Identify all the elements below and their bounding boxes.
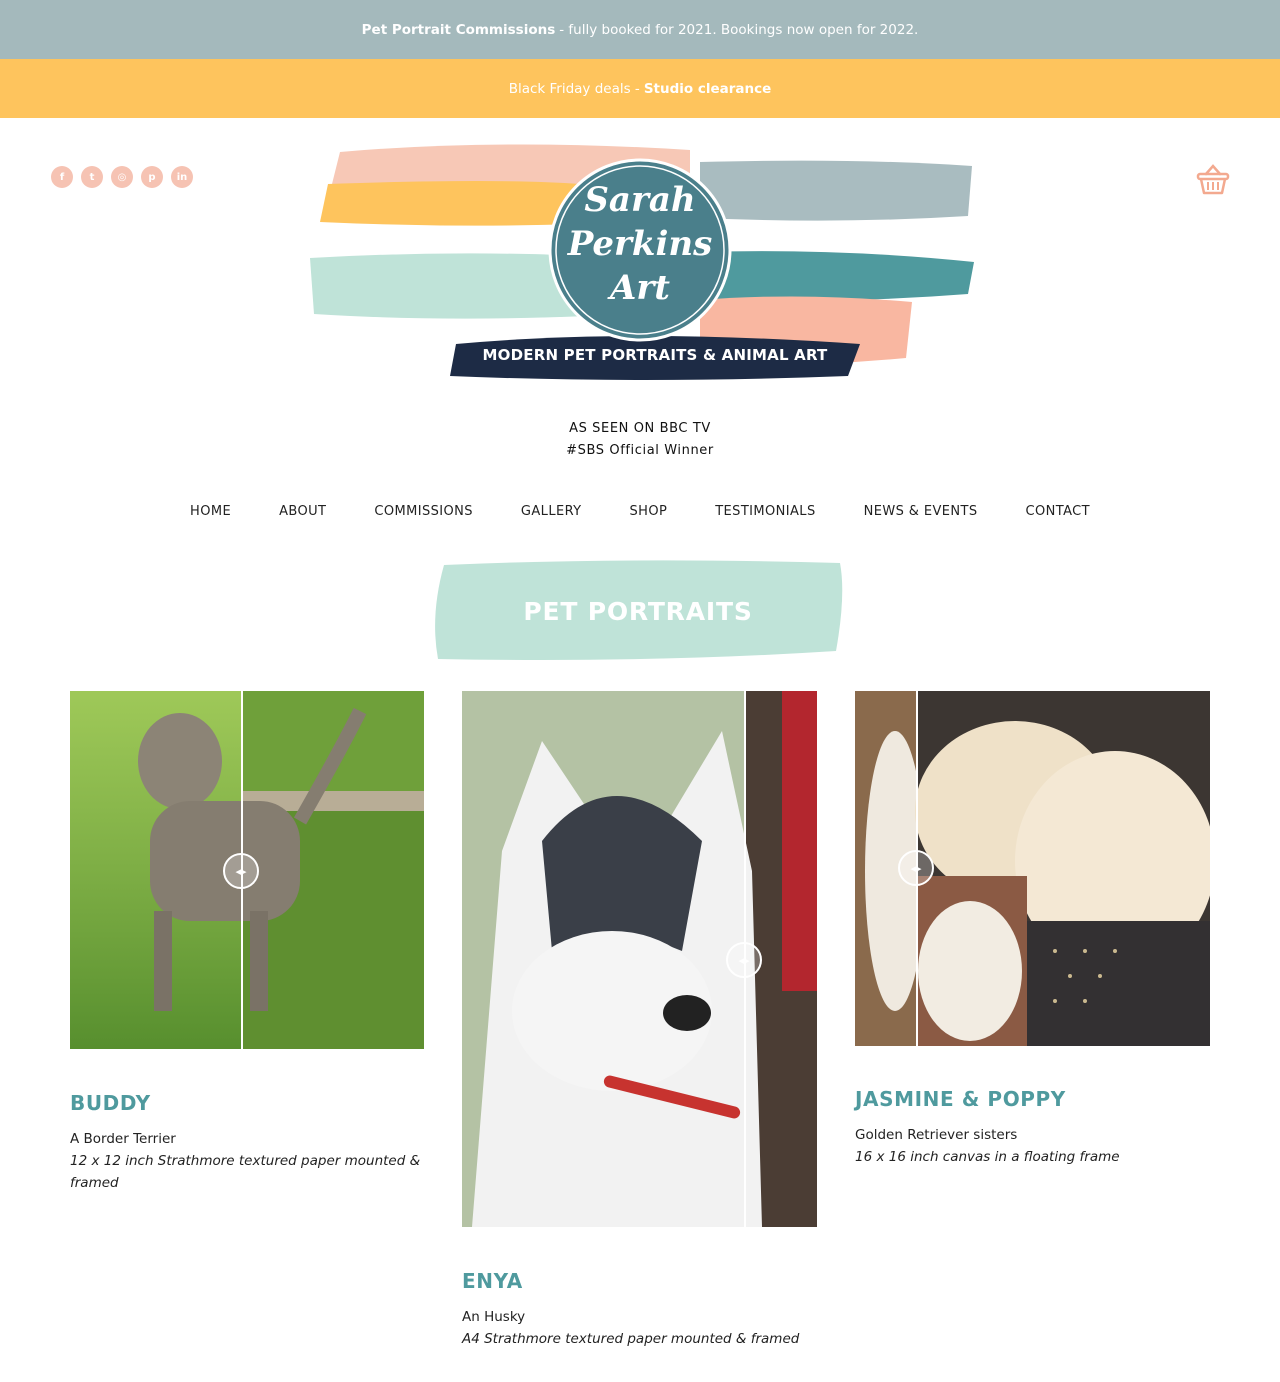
promo-bar[interactable]: Black Friday deals - Studio clearance [0, 59, 1280, 118]
basket-icon[interactable] [1196, 164, 1230, 196]
promo-link[interactable]: Studio clearance [644, 81, 772, 97]
facebook-icon[interactable]: f [51, 166, 73, 188]
announcement-bold: Pet Portrait Commissions [361, 21, 556, 38]
tagline-line2: #SBS Official Winner [566, 443, 714, 458]
main-nav: HOME ABOUT COMMISSIONS GALLERY SHOP TEST… [0, 504, 1280, 519]
twitter-icon[interactable]: t [81, 166, 103, 188]
portrait-compare-jasmine-poppy[interactable]: ◂▸ [855, 691, 1210, 1046]
portrait-desc-jasmine-poppy: Golden Retriever sisters 16 x 16 inch ca… [855, 1124, 1210, 1168]
promo-text: Black Friday deals - [508, 80, 640, 97]
announcement-text: - fully booked for 2021. Bookings now op… [559, 21, 919, 38]
logo-name-1: Sarah [584, 180, 696, 220]
compare-slider-handle[interactable]: ◂▸ [223, 853, 259, 889]
nav-contact[interactable]: CONTACT [1002, 504, 1114, 519]
logo-name-2: Perkins [567, 224, 713, 264]
portrait-title-enya: ENYA [462, 1269, 523, 1293]
tagline: AS SEEN ON BBC TV #SBS Official Winner [0, 418, 1280, 462]
portrait-desc-enya: An Husky A4 Strathmore textured paper mo… [462, 1306, 817, 1350]
portrait-breed: Golden Retriever sisters [855, 1127, 1018, 1143]
portrait-title-jasmine-poppy: JASMINE & POPPY [855, 1087, 1066, 1111]
announcement-bar: Pet Portrait Commissions - fully booked … [0, 0, 1280, 59]
portrait-desc-buddy: A Border Terrier 12 x 12 inch Strathmore… [70, 1128, 424, 1194]
compare-slider-handle[interactable]: ◂▸ [898, 850, 934, 886]
logo-name-3: Art [610, 268, 670, 308]
portrait-details: 12 x 12 inch Strathmore textured paper m… [70, 1153, 421, 1191]
tagline-line1: AS SEEN ON BBC TV [569, 421, 711, 436]
compare-slider-handle[interactable]: ◂▸ [726, 942, 762, 978]
nav-shop[interactable]: SHOP [606, 504, 692, 519]
section-title: PET PORTRAITS [523, 597, 753, 626]
portrait-breed: A Border Terrier [70, 1131, 176, 1147]
logo-banner: MODERN PET PORTRAITS & ANIMAL ART [482, 346, 828, 364]
nav-news-events[interactable]: NEWS & EVENTS [840, 504, 1002, 519]
nav-home[interactable]: HOME [166, 504, 255, 519]
portrait-title-buddy: BUDDY [70, 1091, 151, 1115]
nav-gallery[interactable]: GALLERY [497, 504, 606, 519]
nav-testimonials[interactable]: TESTIMONIALS [691, 504, 839, 519]
portrait-compare-buddy[interactable]: ◂▸ [70, 691, 424, 1049]
social-links: f t ◎ p in [51, 166, 193, 188]
section-heading: PET PORTRAITS [428, 555, 848, 667]
nav-about[interactable]: ABOUT [255, 504, 350, 519]
instagram-icon[interactable]: ◎ [111, 166, 133, 188]
site-logo[interactable]: Sarah Perkins Art MODERN PET PORTRAITS &… [300, 132, 980, 392]
portrait-breed: An Husky [462, 1309, 526, 1325]
portrait-compare-enya[interactable]: ◂▸ [462, 691, 817, 1227]
nav-commissions[interactable]: COMMISSIONS [350, 504, 497, 519]
pinterest-icon[interactable]: p [141, 166, 163, 188]
portrait-details: A4 Strathmore textured paper mounted & f… [462, 1331, 800, 1347]
portrait-details: 16 x 16 inch canvas in a floating frame [855, 1149, 1120, 1165]
linkedin-icon[interactable]: in [171, 166, 193, 188]
